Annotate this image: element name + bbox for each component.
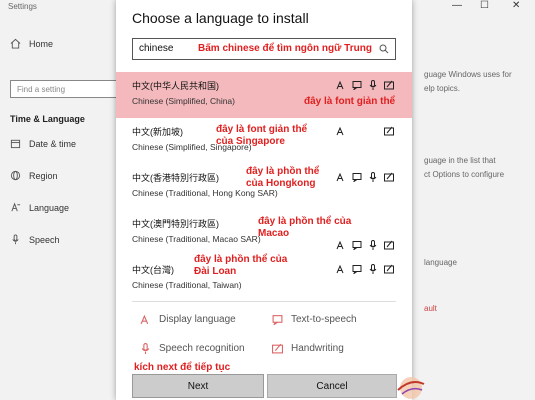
language-native-name: 中文(新加坡) [132,127,183,137]
text-to-speech-icon [352,173,362,182]
legend-label: Display language [159,314,236,325]
sidebar-item-region[interactable]: Region [10,170,58,181]
legend-display-language: Display language [140,314,236,325]
speech-recognition-icon [369,80,377,90]
sidebar-item-label: Language [29,202,70,213]
language-native-name: 中文(台灣) [132,265,174,275]
handwriting-icon [384,240,394,250]
window-title: Settings [8,2,37,11]
home-icon [10,38,21,49]
legend-text-to-speech: Text-to-speech [272,314,357,325]
sidebar-item-language[interactable]: Language [10,202,69,213]
language-row-chinese-traditional-hong-kong[interactable]: 中文(香港特別行政區) Chinese (Traditional, Hong K… [116,164,412,210]
display-language-icon [336,80,344,90]
sidebar-home-label: Home [29,38,54,49]
language-row-chinese-simplified-singapore[interactable]: 中文(新加坡) Chinese (Simplified, Singapore) … [116,118,412,164]
text-to-speech-icon [352,81,362,90]
language-row-chinese-traditional-macao[interactable]: 中文(澳門特別行政區) Chinese (Traditional, Macao … [116,210,412,256]
legend-speech-recognition: Speech recognition [140,343,245,354]
globe-icon [10,170,21,181]
content-link[interactable]: ault [424,304,437,313]
next-annotation: kích next để tiếp tục [134,362,231,373]
handwriting-icon [384,80,394,90]
language-english-name: Chinese (Traditional, Taiwan) [132,280,242,290]
handwriting-icon [384,264,394,274]
legend-label: Speech recognition [159,343,245,354]
legend-handwriting: Handwriting [272,343,344,354]
display-language-icon [336,126,344,136]
sidebar-item-date-time[interactable]: Date & time [10,138,76,149]
row-annotation: đây là phồn thể của Macao [258,216,352,239]
text-to-speech-icon [352,241,362,250]
display-language-icon [336,240,344,250]
content-text: guage Windows uses for [424,70,512,79]
choose-language-dialog: Choose a language to install chinese Bấm… [116,0,412,400]
content-text: ct Options to configure [424,170,505,179]
row-annotation: đây là phồn thể của Đài Loan [194,254,288,277]
handwriting-icon [272,343,283,354]
content-text: guage in the list that [424,156,496,165]
calendar-icon [10,139,21,149]
handwriting-icon [384,126,394,136]
language-row-chinese-traditional-taiwan[interactable]: 中文(台灣) Chinese (Traditional, Taiwan) đây… [116,254,412,302]
language-row-chinese-simplified-china[interactable]: 中文(中华人民共和国) Chinese (Simplified, China) … [116,72,412,118]
microphone-icon [12,234,19,245]
speech-recognition-icon [141,343,150,354]
sidebar: Home Find a setting Time & Language Date… [0,14,118,400]
row-annotation: đây là font giản thể [304,96,396,107]
search-annotation: Bấm chinese để tìm ngôn ngữ Trung [198,43,372,54]
settings-search-input[interactable]: Find a setting [10,80,118,98]
display-language-icon [336,172,344,182]
legend-label: Handwriting [291,343,344,354]
sidebar-item-label: Date & time [29,138,77,149]
row-annotation: đây là phồn thể của Hongkong [246,166,320,189]
search-icon [379,44,389,54]
sidebar-item-label: Speech [29,234,60,245]
display-language-icon [336,264,344,274]
language-english-name: Chinese (Simplified, China) [132,96,235,106]
sidebar-section-heading: Time & Language [10,114,85,124]
text-to-speech-icon [272,315,283,325]
speech-recognition-icon [369,240,377,250]
divider [132,301,396,302]
minimize-icon[interactable]: — [452,0,462,11]
speech-recognition-icon [369,172,377,182]
content-text: elp topics. [424,84,461,93]
text-to-speech-icon [352,265,362,274]
language-native-name: 中文(澳門特別行政區) [132,219,219,229]
display-language-icon [140,314,149,325]
legend-label: Text-to-speech [291,314,357,325]
close-icon[interactable]: ✕ [512,0,520,11]
content-text: language [424,258,457,267]
cancel-button[interactable]: Cancel [267,374,397,398]
speech-recognition-icon [369,264,377,274]
sidebar-item-speech[interactable]: Speech [10,234,60,245]
sidebar-item-home[interactable]: Home [10,38,53,49]
sidebar-item-label: Region [29,170,58,181]
handwriting-icon [384,172,394,182]
dialog-title: Choose a language to install [132,10,309,26]
language-english-name: Chinese (Traditional, Macao SAR) [132,234,261,244]
settings-content-right: guage Windows uses for elp topics. guage… [412,14,535,400]
search-value: chinese [139,43,174,54]
language-native-name: 中文(香港特別行政區) [132,173,219,183]
maximize-icon[interactable]: ☐ [480,0,489,11]
next-button[interactable]: Next [132,374,264,398]
language-icon [11,202,21,212]
row-annotation: đây là font giản thể của Singapore [216,124,308,147]
watermark-logo-icon [397,377,425,399]
language-native-name: 中文(中华人民共和国) [132,81,219,91]
